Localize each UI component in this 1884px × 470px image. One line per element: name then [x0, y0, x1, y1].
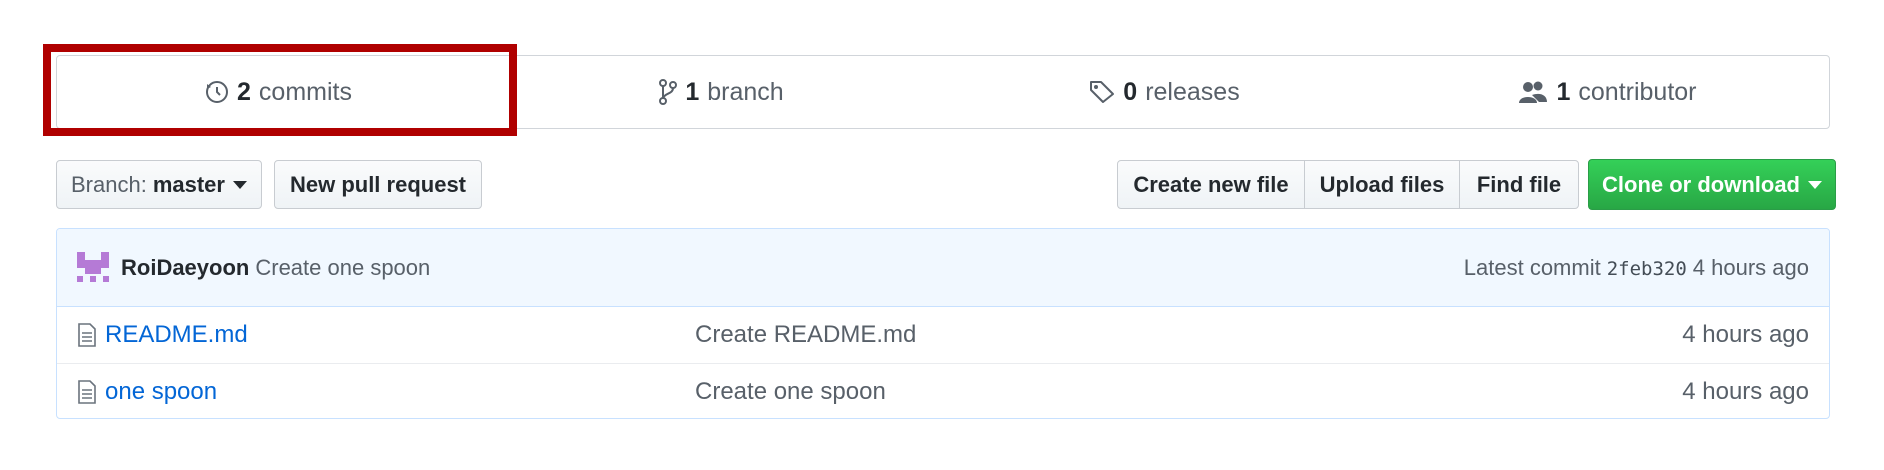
contributors-count: 1: [1556, 77, 1571, 106]
people-icon: [1519, 81, 1548, 103]
latest-commit-label: Latest commit: [1463, 254, 1601, 280]
file-commit-message[interactable]: Create one spoon: [695, 378, 1682, 406]
commits-label: commits: [258, 77, 352, 106]
table-row: one spoon Create one spoon 4 hours ago: [57, 363, 1829, 418]
commit-sha[interactable]: 2feb320: [1607, 258, 1687, 280]
releases-count: 0: [1123, 77, 1138, 106]
file-name-link[interactable]: README.md: [105, 321, 695, 349]
history-icon: [206, 81, 229, 103]
contributors-label: contributor: [1578, 77, 1697, 106]
releases-label: releases: [1145, 77, 1240, 106]
avatar[interactable]: [77, 251, 109, 284]
commits-link[interactable]: 2 commits: [57, 56, 500, 128]
branches-link[interactable]: 1 branch: [500, 56, 943, 128]
file-icon: [78, 379, 96, 404]
file-icon: [78, 323, 96, 347]
releases-link[interactable]: 0 releases: [943, 56, 1386, 128]
file-actions-group: Create new file Upload files Find file: [1117, 160, 1579, 209]
find-file-button[interactable]: Find file: [1459, 160, 1579, 209]
commit-author[interactable]: RoiDaeyoon: [121, 255, 249, 281]
tag-icon: [1090, 81, 1115, 103]
branches-label: branch: [707, 77, 784, 106]
commit-message[interactable]: Create one spoon: [255, 255, 430, 281]
branch-select-button[interactable]: Branch: master: [56, 160, 262, 209]
chevron-down-icon: [1808, 180, 1822, 189]
clone-label: Clone or download: [1602, 171, 1800, 197]
new-pull-request-button[interactable]: New pull request: [274, 160, 482, 209]
create-new-file-button[interactable]: Create new file: [1117, 160, 1305, 209]
git-branch-icon: [659, 79, 678, 105]
file-name-link[interactable]: one spoon: [105, 378, 695, 406]
contributors-link[interactable]: 1 contributor: [1386, 56, 1829, 128]
file-age: 4 hours ago: [1682, 321, 1809, 348]
upload-files-button[interactable]: Upload files: [1304, 160, 1460, 209]
branch-prefix: Branch:: [71, 171, 147, 197]
latest-commit-info: Latest commit 2feb320 4 hours ago: [1464, 255, 1809, 281]
clone-or-download-button[interactable]: Clone or download: [1588, 159, 1836, 210]
table-row: README.md Create README.md 4 hours ago: [57, 307, 1829, 363]
file-table: RoiDaeyoon Create one spoon Latest commi…: [56, 228, 1830, 419]
commits-count: 2: [237, 77, 251, 106]
chevron-down-icon: [232, 180, 247, 189]
file-commit-message[interactable]: Create README.md: [695, 321, 1682, 349]
file-age: 4 hours ago: [1682, 377, 1809, 405]
commit-time: 4 hours ago: [1692, 254, 1809, 280]
branches-count: 1: [685, 77, 700, 106]
branch-name: master: [152, 171, 225, 197]
repo-summary-bar: 2 commits 1 branch 0 releases 1 contribu…: [56, 55, 1830, 129]
latest-commit-bar: RoiDaeyoon Create one spoon Latest commi…: [57, 229, 1829, 307]
